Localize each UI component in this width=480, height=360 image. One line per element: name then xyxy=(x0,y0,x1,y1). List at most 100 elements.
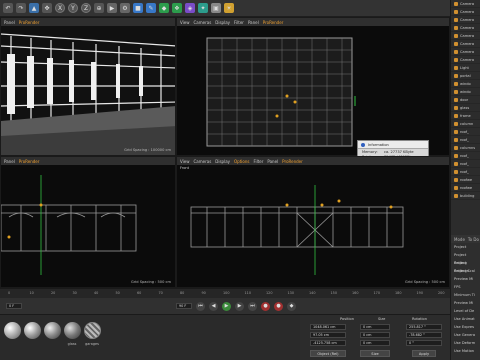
camera-icon[interactable]: ▣ xyxy=(211,3,221,13)
go-to-start-icon[interactable]: ⏮ xyxy=(196,301,205,311)
attribute-row[interactable]: Preview Mi xyxy=(451,299,480,307)
record-icon[interactable]: ● xyxy=(261,301,270,311)
timeline-ruler[interactable]: 0 10 20 30 40 50 60 70 80 90 100 110 120 130 140 150 160… xyxy=(0,288,450,298)
pen-icon[interactable]: ✎ xyxy=(146,3,156,13)
size-x-field[interactable]: 0 cm xyxy=(360,324,390,330)
menu-display[interactable]: Display xyxy=(215,159,230,164)
render-icon[interactable]: ▶ xyxy=(107,3,117,13)
menu-view[interactable]: View xyxy=(180,159,190,164)
menu-panel[interactable]: Panel xyxy=(267,159,278,164)
menu-panel[interactable]: Panel xyxy=(4,20,15,25)
menu-options[interactable]: Options xyxy=(234,159,249,164)
object-row[interactable]: Camera xyxy=(451,40,480,48)
object-row[interactable]: Camera xyxy=(451,48,480,56)
cube-icon[interactable]: ■ xyxy=(133,3,143,13)
object-row[interactable]: door xyxy=(451,96,480,104)
light-icon[interactable]: ☀ xyxy=(224,3,234,13)
scene-icon[interactable]: ✦ xyxy=(198,3,208,13)
play-icon[interactable]: ▶ xyxy=(222,301,231,311)
material-ball[interactable] xyxy=(24,322,41,339)
object-row[interactable]: windo xyxy=(451,80,480,88)
attribute-row[interactable]: Preview Mi xyxy=(451,275,480,283)
axis-z-icon[interactable]: Z xyxy=(81,3,91,13)
object-row[interactable]: frame xyxy=(451,112,480,120)
object-row[interactable]: Camera xyxy=(451,24,480,32)
object-row[interactable]: roof_ xyxy=(451,168,480,176)
object-row[interactable]: Camera xyxy=(451,16,480,24)
object-row[interactable]: portal xyxy=(451,72,480,80)
pos-y-field[interactable]: 97.05 cm xyxy=(310,332,346,338)
size-y-field[interactable]: 0 cm xyxy=(360,332,390,338)
object-row[interactable]: Camera xyxy=(451,32,480,40)
size-mode-dropdown[interactable]: Size xyxy=(360,350,390,357)
object-row[interactable]: windo xyxy=(451,88,480,96)
material-ball[interactable] xyxy=(44,322,61,339)
rot-h-field[interactable]: 255.817 ° xyxy=(406,324,442,330)
attribute-row[interactable]: Project xyxy=(451,243,480,251)
menu-prorender[interactable]: ProRender xyxy=(19,20,40,25)
frame-field[interactable]: 0 F xyxy=(6,303,22,309)
object-row[interactable]: columns xyxy=(451,144,480,152)
tab-todo[interactable]: To Do xyxy=(468,237,479,242)
deformer-icon[interactable]: ◈ xyxy=(185,3,195,13)
attribute-row[interactable]: Project Settings xyxy=(451,259,480,273)
menu-filter[interactable]: Filter xyxy=(234,20,244,25)
axis-x-icon[interactable]: X xyxy=(55,3,65,13)
rot-b-field[interactable]: 0 ° xyxy=(406,340,442,346)
end-frame-field[interactable]: 90 F xyxy=(176,303,192,309)
key-icon[interactable]: ◆ xyxy=(287,301,296,311)
menu-view[interactable]: View xyxy=(180,20,190,25)
object-row[interactable]: glass xyxy=(451,104,480,112)
attribute-row[interactable]: Use Motion xyxy=(451,347,480,355)
render-settings-icon[interactable]: ⚙ xyxy=(120,3,130,13)
attribute-row[interactable]: Level of De xyxy=(451,307,480,315)
object-row[interactable]: roof_ xyxy=(451,152,480,160)
object-row[interactable]: roofwe xyxy=(451,184,480,192)
apply-button[interactable]: Apply xyxy=(412,350,436,357)
subdivision-icon[interactable]: ◆ xyxy=(159,3,169,13)
attribute-row[interactable]: Project Setting xyxy=(451,251,480,265)
attribute-row[interactable]: Use Genera xyxy=(451,331,480,339)
cloner-icon[interactable]: ❖ xyxy=(172,3,182,13)
pos-z-field[interactable]: -4125.758 cm xyxy=(310,340,346,346)
menu-prorender[interactable]: ProRender xyxy=(282,159,303,164)
material-ball[interactable] xyxy=(84,322,101,339)
attribute-row[interactable]: Use Expres xyxy=(451,323,480,331)
viewport-front[interactable]: View Cameras Display Options Filter Pane… xyxy=(176,156,450,288)
attribute-row[interactable]: Use Animat xyxy=(451,315,480,323)
tab-mode[interactable]: Mode xyxy=(454,237,465,242)
object-row[interactable]: roofwe xyxy=(451,176,480,184)
attribute-row[interactable]: Minimum Ti xyxy=(451,291,480,299)
object-row[interactable]: Light xyxy=(451,64,480,72)
rot-p-field[interactable]: -78.682 ° xyxy=(406,332,442,338)
next-frame-icon[interactable]: ▶ xyxy=(235,301,244,311)
autokey-icon[interactable]: ● xyxy=(274,301,283,311)
object-row[interactable]: Camera xyxy=(451,56,480,64)
object-row[interactable]: roof_ xyxy=(451,128,480,136)
size-z-field[interactable]: 0 cm xyxy=(360,340,390,346)
object-row[interactable]: roof_ xyxy=(451,160,480,168)
prev-frame-icon[interactable]: ◀ xyxy=(209,301,218,311)
select-icon[interactable]: ▲ xyxy=(29,3,39,13)
material-ball[interactable] xyxy=(64,322,81,339)
menu-prorender[interactable]: ProRender xyxy=(19,159,40,164)
viewport-right[interactable]: Panel ProRender Grid Spacing : 500 cm xyxy=(0,156,176,288)
world-icon[interactable]: ⊕ xyxy=(94,3,104,13)
object-row[interactable]: roof_ xyxy=(451,136,480,144)
object-row[interactable]: Camera xyxy=(451,0,480,8)
attribute-row[interactable]: Use Deform xyxy=(451,339,480,347)
menu-panel[interactable]: Panel xyxy=(248,20,259,25)
menu-cameras[interactable]: Cameras xyxy=(194,159,212,164)
material-ball[interactable] xyxy=(4,322,21,339)
object-row[interactable]: Camera xyxy=(451,8,480,16)
move-icon[interactable]: ✥ xyxy=(42,3,52,13)
viewport-perspective[interactable]: Panel ProRender Grid Spacing: 100000 cm xyxy=(0,17,176,156)
object-row[interactable]: building xyxy=(451,192,480,200)
go-to-end-icon[interactable]: ⏭ xyxy=(248,301,257,311)
coordinate-mode-dropdown[interactable]: Object (Rel) xyxy=(310,350,346,357)
object-row[interactable]: column xyxy=(451,120,480,128)
viewport-top[interactable]: View Cameras Display Filter Panel ProRen… xyxy=(176,17,450,156)
undo-icon[interactable]: ↶ xyxy=(3,3,13,13)
menu-display[interactable]: Display xyxy=(215,20,230,25)
attribute-row[interactable]: FPS xyxy=(451,283,480,291)
